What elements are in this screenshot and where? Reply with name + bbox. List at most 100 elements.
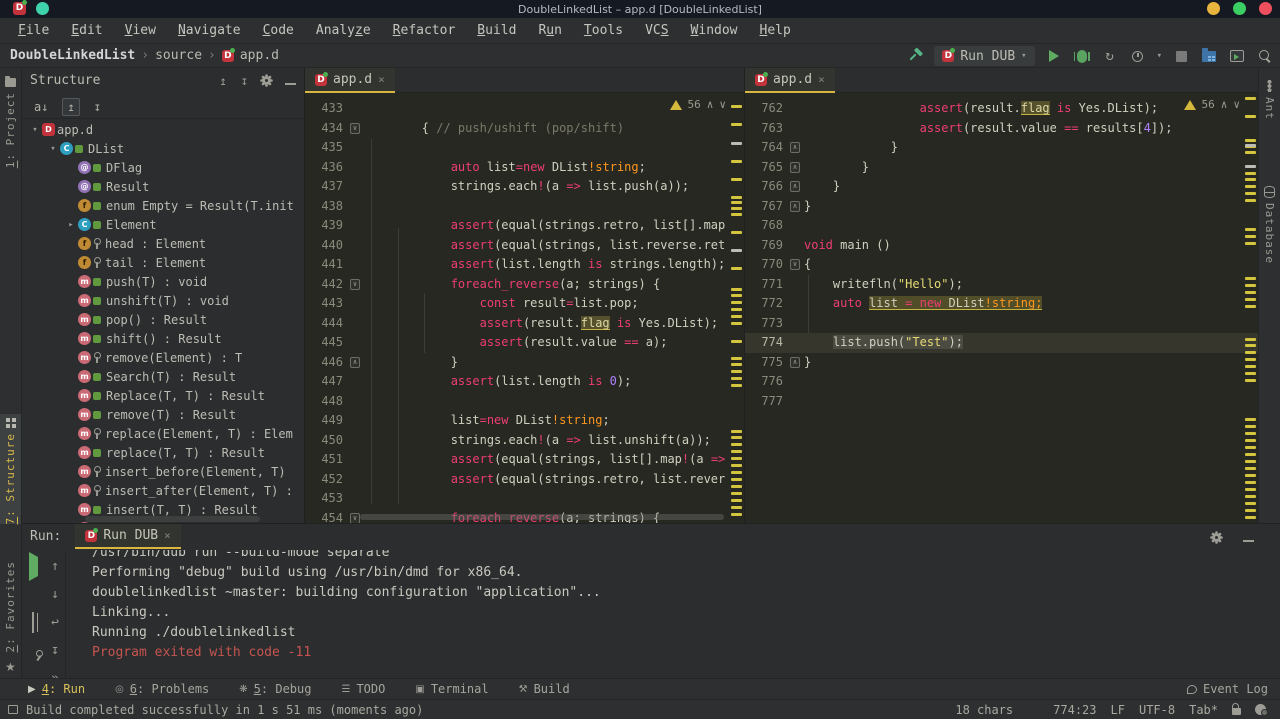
close-icon[interactable]: × (378, 73, 385, 86)
code-line-762[interactable]: 762 assert(result.flag is Yes.DList); (745, 99, 1258, 119)
tree-item[interactable]: ▾ Dapp.d (22, 120, 304, 139)
toolwindow-button-project[interactable]: 1: Project (0, 74, 21, 168)
warning-stripe-mark[interactable] (1245, 460, 1256, 463)
code-line-770[interactable]: 770 ∨ { (745, 255, 1258, 275)
up-stack-trace-icon[interactable]: ↑ (51, 559, 59, 574)
gear-icon[interactable] (262, 74, 271, 88)
warning-stripe-mark[interactable] (731, 363, 742, 366)
warning-stripe-mark[interactable] (1245, 351, 1256, 354)
toolwindow-tab-6-problems[interactable]: ◎ 6: Problems (107, 679, 217, 700)
sort-alphabetically-icon[interactable]: a↓ (30, 99, 52, 115)
code-line-775[interactable]: 775 ∧} (745, 353, 1258, 373)
tree-item[interactable]: m push(T) : void (22, 272, 304, 291)
fold-toggle-icon[interactable]: ∧ (790, 200, 800, 212)
tree-item[interactable]: m pop() : Result (22, 310, 304, 329)
horizontal-scrollbar-left[interactable] (360, 514, 724, 520)
code-line-442[interactable]: 442 ∨ foreach_reverse(a; strings) { (305, 275, 744, 295)
expand-all-icon[interactable]: ↥ (220, 74, 227, 88)
warning-stripe-mark[interactable] (731, 340, 742, 343)
code-line-452[interactable]: 452 assert(equal(strings.retro, list.rev… (305, 470, 744, 490)
warning-stripe-mark[interactable] (1245, 228, 1256, 231)
line-number[interactable]: 434 (305, 119, 347, 139)
menu-build[interactable]: Build (467, 20, 526, 41)
inspection-widget[interactable]: 56 ∧ ∨ (669, 98, 726, 111)
tree-item[interactable]: m remove(Element) : T (22, 348, 304, 367)
line-number[interactable]: 433 (305, 99, 347, 119)
warning-stripe-mark[interactable] (731, 485, 742, 488)
warning-stripe-mark[interactable] (731, 301, 742, 304)
tree-item[interactable]: f tail : Element (22, 253, 304, 272)
line-number[interactable]: 437 (305, 177, 347, 197)
code-line-437[interactable]: 437 strings.each!(a => list.push(a)); (305, 177, 744, 197)
warning-stripe-mark[interactable] (731, 450, 742, 453)
menu-tools[interactable]: Tools (574, 20, 633, 41)
line-number[interactable]: 771 (745, 275, 787, 295)
search-everywhere-button[interactable] (1256, 47, 1274, 65)
tree-item[interactable]: m replace(T, T) : Result (22, 443, 304, 462)
highlighting-level-icon[interactable] (1255, 704, 1268, 716)
warning-stripe-mark[interactable] (1245, 467, 1256, 470)
scroll-to-end-icon[interactable]: ↧ (51, 643, 59, 658)
breadcrumb-folder[interactable]: source (155, 48, 202, 63)
file-encoding[interactable]: UTF-8 (1139, 703, 1175, 717)
warning-stripe-mark[interactable] (731, 201, 742, 204)
warning-stripe-mark[interactable] (731, 506, 742, 509)
tab-app-d-left[interactable]: D app.d × (305, 68, 395, 93)
stop-button[interactable] (1172, 47, 1190, 65)
inspection-widget[interactable]: 56 ∧ ∨ (1183, 98, 1240, 111)
warning-stripe-mark[interactable] (731, 436, 742, 439)
menu-file[interactable]: File (8, 20, 59, 41)
warning-stripe-mark[interactable] (1245, 277, 1256, 280)
warning-stripe-mark[interactable] (731, 499, 742, 502)
line-number[interactable]: 449 (305, 411, 347, 431)
line-number[interactable]: 776 (745, 372, 787, 392)
warning-stripe-mark[interactable] (731, 464, 742, 467)
menu-view[interactable]: View (115, 20, 166, 41)
warning-stripe-mark[interactable] (1245, 425, 1256, 428)
warning-stripe-mark[interactable] (1245, 379, 1256, 382)
line-number[interactable]: 440 (305, 236, 347, 256)
code-line-776[interactable]: 776 (745, 372, 1258, 392)
warning-stripe-mark[interactable] (731, 430, 742, 433)
warning-stripe-mark[interactable] (1245, 488, 1256, 491)
code-line-443[interactable]: 443 const result=list.pop; (305, 294, 744, 314)
warning-stripe-mark[interactable] (1245, 344, 1256, 347)
info-stripe-mark[interactable] (731, 249, 742, 252)
tree-item[interactable]: f enum Empty = Result(T.init (22, 196, 304, 215)
warning-stripe-mark[interactable] (1245, 453, 1256, 456)
build-hammer-icon[interactable] (906, 47, 924, 65)
warning-stripe-mark[interactable] (1245, 284, 1256, 287)
code-area-right[interactable]: 762 assert(result.flag is Yes.DList); 763… (745, 93, 1258, 523)
project-structure-button[interactable] (1200, 47, 1218, 65)
warning-stripe-mark[interactable] (1245, 446, 1256, 449)
warning-stripe-mark[interactable] (1245, 358, 1256, 361)
code-line-449[interactable]: 449 list=new DList!string; (305, 411, 744, 431)
warning-stripe-mark[interactable] (731, 322, 742, 325)
warning-stripe-mark[interactable] (1245, 291, 1256, 294)
code-line-766[interactable]: 766 ∧ } (745, 177, 1258, 197)
warning-stripe-mark[interactable] (731, 308, 742, 311)
warning-stripe-mark[interactable] (731, 267, 742, 270)
warning-stripe-mark[interactable] (731, 370, 742, 373)
fold-toggle-icon[interactable]: ∧ (790, 356, 800, 368)
restore-layout-icon[interactable] (32, 611, 34, 633)
tree-item[interactable]: m unshift(T) : void (22, 291, 304, 310)
warning-stripe-mark[interactable] (1245, 185, 1256, 188)
code-line-765[interactable]: 765 ∧ } (745, 158, 1258, 178)
run-tab[interactable]: D Run DUB × (75, 524, 181, 549)
minimize-button[interactable] (1207, 2, 1220, 15)
info-stripe-mark[interactable] (1245, 144, 1256, 147)
code-line-771[interactable]: 771 writefln("Hello"); (745, 275, 1258, 295)
warning-stripe-mark[interactable] (731, 513, 742, 516)
caret-position[interactable]: 774:23 (1053, 703, 1096, 717)
line-number[interactable]: 773 (745, 314, 787, 334)
warning-stripe-mark[interactable] (1245, 172, 1256, 175)
breadcrumb-file[interactable]: app.d (240, 48, 279, 63)
toolwindow-tab-terminal[interactable]: ▣ Terminal (407, 679, 496, 700)
warning-stripe-mark[interactable] (731, 377, 742, 380)
show-inherited-icon[interactable]: ↧ (90, 99, 105, 115)
line-number[interactable]: 435 (305, 138, 347, 158)
line-number[interactable]: 447 (305, 372, 347, 392)
warning-stripe-mark[interactable] (1245, 365, 1256, 368)
warning-stripe-mark[interactable] (1245, 502, 1256, 505)
